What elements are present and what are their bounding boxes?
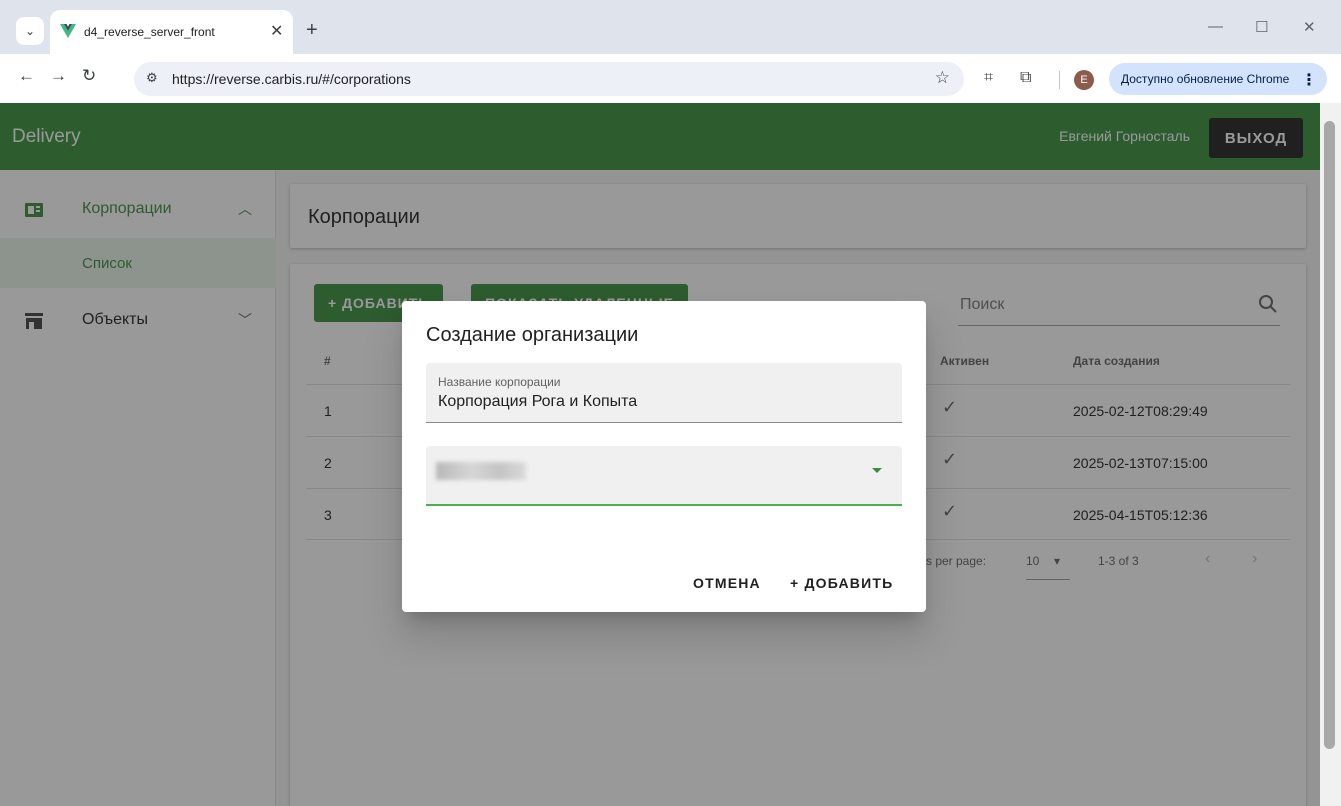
create-organization-dialog: Создание организации Название корпорации… — [402, 301, 926, 612]
reload-icon[interactable]: ↻ — [82, 66, 96, 86]
browser-toolbar: ← → ↻ ⚙ https://reverse.carbis.ru/#/corp… — [0, 54, 1341, 103]
cancel-button[interactable]: ОТМЕНА — [693, 575, 761, 591]
site-info-icon[interactable]: ⚙ — [146, 70, 158, 86]
forward-icon[interactable]: → — [50, 66, 67, 86]
corporation-name-label: Название корпорации — [438, 375, 561, 389]
screen-capture-icon[interactable]: ⌗ — [984, 69, 993, 87]
new-tab-button[interactable]: + — [306, 20, 318, 40]
close-window-icon[interactable]: ✕ — [1303, 18, 1316, 36]
browser-tab-bar: ⌄ d4_reverse_server_front ✕ + — ☐ ✕ — [0, 0, 1341, 54]
toolbar-separator — [1059, 71, 1060, 89]
profile-avatar[interactable]: E — [1074, 70, 1094, 90]
redacted-value — [436, 462, 526, 480]
chevron-down-icon: ⌄ — [24, 24, 36, 38]
maximize-icon[interactable]: ☐ — [1255, 18, 1268, 36]
add-button[interactable]: + ДОБАВИТЬ — [790, 575, 893, 591]
extensions-icon[interactable]: ⧉ — [1020, 69, 1031, 87]
minimize-icon[interactable]: — — [1208, 18, 1223, 35]
corporation-name-value: Корпорация Рога и Копыта — [438, 393, 638, 410]
tab-title: d4_reverse_server_front — [84, 25, 215, 39]
update-label: Доступно обновление Chrome — [1121, 72, 1290, 86]
back-icon[interactable]: ← — [18, 66, 35, 86]
organization-select[interactable] — [426, 446, 902, 506]
url-text[interactable]: https://reverse.carbis.ru/#/corporations — [172, 71, 411, 87]
scrollbar-thumb[interactable] — [1324, 121, 1335, 749]
dialog-title: Создание организации — [426, 324, 639, 346]
vue-logo-icon — [60, 24, 76, 38]
dropdown-arrow-icon — [872, 468, 882, 473]
chrome-update-button[interactable]: Доступно обновление Chrome ⋮ — [1109, 63, 1327, 95]
tab-search-button[interactable]: ⌄ — [16, 17, 44, 45]
browser-tab[interactable]: d4_reverse_server_front ✕ — [50, 10, 293, 54]
address-bar[interactable]: ⚙ https://reverse.carbis.ru/#/corporatio… — [134, 62, 964, 96]
tab-close-icon[interactable]: ✕ — [270, 21, 283, 41]
corporation-name-field[interactable]: Название корпорации Корпорация Рога и Ко… — [426, 363, 902, 423]
bookmark-star-icon[interactable]: ☆ — [935, 68, 950, 88]
page-scrollbar[interactable] — [1320, 103, 1341, 806]
more-menu-icon[interactable]: ⋮ — [1301, 70, 1317, 90]
